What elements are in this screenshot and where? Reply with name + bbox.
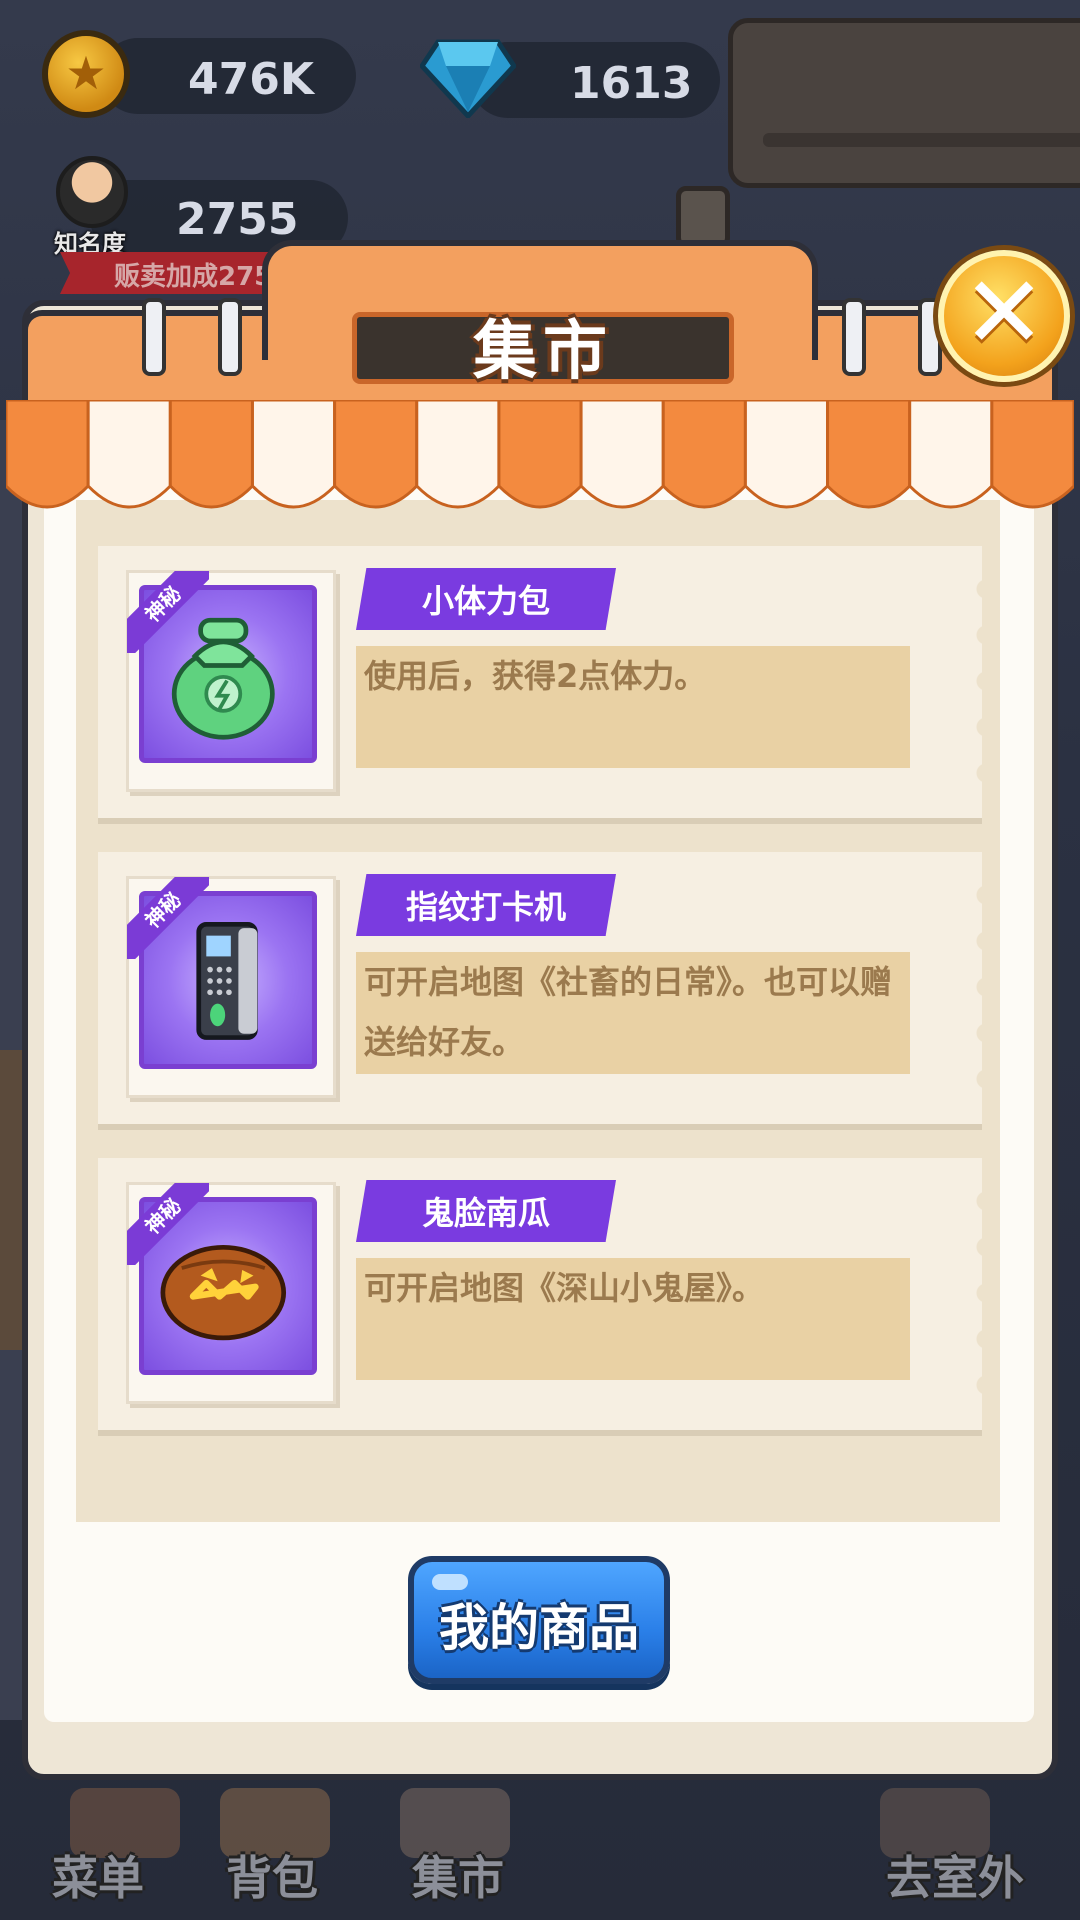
wall-plug-decoration bbox=[676, 186, 730, 248]
gold-coin-icon: ★ bbox=[42, 30, 130, 118]
close-icon: ✕ bbox=[962, 254, 1046, 371]
mystery-badge: 神秘 bbox=[127, 571, 209, 653]
businessman-avatar-icon bbox=[56, 156, 128, 228]
market-item-card[interactable]: 神秘 指纹打卡机 可开启地图《社畜的日常》。也可以赠送给好友。 bbox=[98, 852, 986, 1130]
coins-value: 476K bbox=[188, 54, 314, 105]
awning-stripe bbox=[826, 400, 912, 509]
awning-stripe bbox=[908, 400, 994, 509]
mystery-badge: 神秘 bbox=[127, 1183, 209, 1265]
fame-value: 2755 bbox=[176, 194, 299, 245]
market-item-card[interactable]: 神秘 鬼脸南瓜 可开启地图《深山小鬼屋》。 bbox=[98, 1158, 986, 1436]
ticket-perforation bbox=[972, 872, 986, 1102]
awning-stripe bbox=[86, 400, 172, 509]
awning-stripe bbox=[415, 400, 501, 509]
ticket-perforation bbox=[972, 1178, 986, 1408]
binder-ring bbox=[842, 298, 866, 376]
item-description: 可开启地图《深山小鬼屋》。 bbox=[356, 1258, 910, 1380]
item-thumbnail: 神秘 bbox=[126, 570, 336, 792]
item-thumbnail: 神秘 bbox=[126, 876, 336, 1098]
awning-stripe bbox=[661, 400, 747, 509]
binder-ring bbox=[218, 298, 242, 376]
awning-stripe bbox=[579, 400, 665, 509]
awning-stripe bbox=[497, 400, 583, 509]
item-description: 使用后，获得2点体力。 bbox=[356, 646, 910, 768]
market-item-card[interactable]: 神秘 小体力包 使用后，获得2点体力。 bbox=[98, 546, 986, 824]
awning-stripe bbox=[333, 400, 419, 509]
awning-stripe bbox=[990, 400, 1074, 509]
awning-stripe bbox=[6, 400, 90, 509]
awning-stripe bbox=[168, 400, 254, 509]
awning-stripe bbox=[250, 400, 337, 509]
close-button[interactable]: ✕ bbox=[938, 250, 1070, 382]
my-goods-button[interactable]: 我的商品 bbox=[408, 1556, 670, 1684]
popup-title: 集市 bbox=[473, 315, 613, 389]
item-name: 鬼脸南瓜 bbox=[421, 1194, 550, 1232]
mystery-badge: 神秘 bbox=[127, 877, 209, 959]
nav-market[interactable]: 集市 bbox=[412, 1842, 504, 1908]
diamond-icon bbox=[420, 39, 516, 118]
item-thumbnail: 神秘 bbox=[126, 1182, 336, 1404]
awning-stripe bbox=[743, 400, 830, 509]
air-conditioner-decoration bbox=[728, 18, 1080, 188]
item-name: 小体力包 bbox=[421, 582, 550, 620]
item-name: 指纹打卡机 bbox=[405, 888, 566, 926]
my-goods-label: 我的商品 bbox=[439, 1599, 639, 1657]
item-description: 可开启地图《社畜的日常》。也可以赠送给好友。 bbox=[356, 952, 910, 1074]
ticket-perforation bbox=[972, 566, 986, 796]
binder-ring bbox=[142, 298, 166, 376]
nav-outdoor[interactable]: 去室外 bbox=[886, 1842, 1024, 1908]
nav-bag[interactable]: 背包 bbox=[226, 1842, 318, 1908]
gems-value: 1613 bbox=[570, 58, 693, 109]
striped-awning bbox=[6, 400, 1074, 509]
nav-menu[interactable]: 菜单 bbox=[52, 1842, 144, 1908]
